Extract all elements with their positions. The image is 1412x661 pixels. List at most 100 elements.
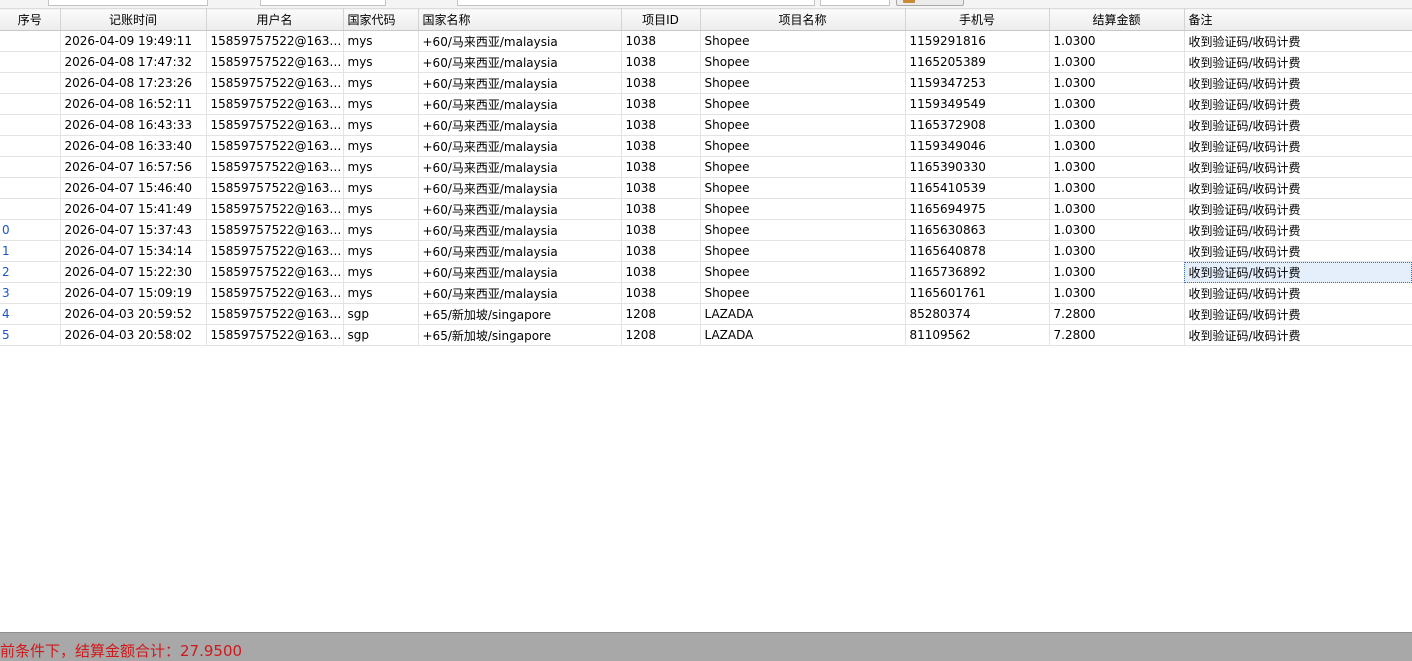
table-row[interactable]: 2026-04-07 15:46:40 15859757522@163.... my…	[0, 177, 1412, 199]
cell-phone[interactable]: 1165372908	[905, 114, 1050, 136]
cell-seq[interactable]	[0, 177, 61, 199]
cell-remark[interactable]: 收到验证码/收码计费	[1184, 177, 1412, 199]
cell-seq[interactable]	[0, 135, 61, 157]
cell-country-name[interactable]: +60/马来西亚/malaysia	[418, 30, 622, 52]
cell-remark[interactable]: 收到验证码/收码计费	[1184, 72, 1412, 94]
cell-amount[interactable]: 1.0300	[1049, 93, 1185, 115]
cell-amount[interactable]: 7.2800	[1049, 303, 1185, 325]
cell-country-code[interactable]: mys	[343, 51, 419, 73]
cell-project-id[interactable]: 1038	[621, 114, 701, 136]
cell-seq[interactable]	[0, 72, 61, 94]
cell-username[interactable]: 15859757522@163....	[206, 156, 344, 178]
cell-time[interactable]: 2026-04-08 17:23:26	[60, 72, 207, 94]
cell-project-id[interactable]: 1038	[621, 72, 701, 94]
cell-time[interactable]: 2026-04-08 16:43:33	[60, 114, 207, 136]
cell-seq[interactable]: 0	[0, 219, 61, 241]
cell-project-name[interactable]: Shopee	[700, 51, 906, 73]
table-row[interactable]: 2026-04-08 16:52:11 15859757522@163.... my…	[0, 93, 1412, 115]
cell-phone[interactable]: 1165410539	[905, 177, 1050, 199]
cell-amount[interactable]: 1.0300	[1049, 219, 1185, 241]
cell-phone[interactable]: 85280374	[905, 303, 1050, 325]
cell-remark[interactable]: 收到验证码/收码计费	[1184, 219, 1412, 241]
cell-time[interactable]: 2026-04-07 15:41:49	[60, 198, 207, 220]
cell-project-name[interactable]: Shopee	[700, 93, 906, 115]
cell-project-id[interactable]: 1038	[621, 219, 701, 241]
cell-remark[interactable]: 收到验证码/收码计费	[1184, 30, 1412, 52]
table-row[interactable]: 2 2026-04-07 15:22:30 15859757522@163.... m…	[0, 261, 1412, 283]
cell-project-id[interactable]: 1038	[621, 93, 701, 115]
cell-username[interactable]: 15859757522@163....	[206, 324, 344, 346]
cell-remark[interactable]: 收到验证码/收码计费	[1184, 135, 1412, 157]
cell-time[interactable]: 2026-04-07 15:46:40	[60, 177, 207, 199]
cell-phone[interactable]: 1165736892	[905, 261, 1050, 283]
cell-project-name[interactable]: Shopee	[700, 30, 906, 52]
cell-username[interactable]: 15859757522@163....	[206, 135, 344, 157]
cell-seq[interactable]	[0, 51, 61, 73]
cell-amount[interactable]: 1.0300	[1049, 156, 1185, 178]
cell-project-id[interactable]: 1038	[621, 240, 701, 262]
cell-username[interactable]: 15859757522@163....	[206, 72, 344, 94]
col-header-username[interactable]: 用户名	[206, 8, 344, 31]
cell-time[interactable]: 2026-04-07 16:57:56	[60, 156, 207, 178]
cell-amount[interactable]: 7.2800	[1049, 324, 1185, 346]
cell-amount[interactable]: 1.0300	[1049, 282, 1185, 304]
cell-username[interactable]: 15859757522@163....	[206, 93, 344, 115]
cell-project-name[interactable]: Shopee	[700, 261, 906, 283]
cell-amount[interactable]: 1.0300	[1049, 198, 1185, 220]
cell-username[interactable]: 15859757522@163....	[206, 198, 344, 220]
cell-country-code[interactable]: sgp	[343, 303, 419, 325]
cell-remark[interactable]: 收到验证码/收码计费	[1184, 198, 1412, 220]
filter-field-4[interactable]	[820, 0, 890, 6]
cell-project-id[interactable]: 1208	[621, 324, 701, 346]
cell-country-code[interactable]: mys	[343, 93, 419, 115]
cell-phone[interactable]: 1165205389	[905, 51, 1050, 73]
col-header-phone[interactable]: 手机号	[905, 8, 1050, 31]
cell-project-id[interactable]: 1038	[621, 156, 701, 178]
cell-seq[interactable]: 4	[0, 303, 61, 325]
cell-time[interactable]: 2026-04-08 16:52:11	[60, 93, 207, 115]
cell-project-name[interactable]: LAZADA	[700, 324, 906, 346]
cell-username[interactable]: 15859757522@163....	[206, 261, 344, 283]
cell-time[interactable]: 2026-04-03 20:59:52	[60, 303, 207, 325]
filter-field-1[interactable]	[48, 0, 208, 6]
table-row[interactable]: 2026-04-09 19:49:11 15859757522@163.... my…	[0, 30, 1412, 52]
cell-username[interactable]: 15859757522@163....	[206, 177, 344, 199]
filter-field-2[interactable]	[260, 0, 386, 6]
cell-time[interactable]: 2026-04-03 20:58:02	[60, 324, 207, 346]
query-button[interactable]	[896, 0, 964, 6]
cell-country-name[interactable]: +60/马来西亚/malaysia	[418, 135, 622, 157]
cell-country-code[interactable]: mys	[343, 30, 419, 52]
cell-project-name[interactable]: LAZADA	[700, 303, 906, 325]
cell-seq[interactable]	[0, 114, 61, 136]
cell-seq[interactable]	[0, 198, 61, 220]
cell-time[interactable]: 2026-04-07 15:34:14	[60, 240, 207, 262]
cell-project-name[interactable]: Shopee	[700, 72, 906, 94]
col-header-time[interactable]: 记账时间	[60, 8, 207, 31]
cell-seq[interactable]: 2	[0, 261, 61, 283]
cell-country-name[interactable]: +60/马来西亚/malaysia	[418, 240, 622, 262]
cell-country-name[interactable]: +60/马来西亚/malaysia	[418, 282, 622, 304]
table-row[interactable]: 5 2026-04-03 20:58:02 15859757522@163.... s…	[0, 324, 1412, 346]
cell-project-id[interactable]: 1038	[621, 30, 701, 52]
cell-amount[interactable]: 1.0300	[1049, 135, 1185, 157]
cell-phone[interactable]: 1159349549	[905, 93, 1050, 115]
cell-amount[interactable]: 1.0300	[1049, 30, 1185, 52]
cell-remark[interactable]: 收到验证码/收码计费	[1184, 261, 1412, 283]
cell-project-id[interactable]: 1038	[621, 177, 701, 199]
table-row[interactable]: 4 2026-04-03 20:59:52 15859757522@163.... s…	[0, 303, 1412, 325]
cell-project-name[interactable]: Shopee	[700, 219, 906, 241]
cell-seq[interactable]: 1	[0, 240, 61, 262]
col-header-project-name[interactable]: 项目名称	[700, 8, 906, 31]
cell-country-name[interactable]: +60/马来西亚/malaysia	[418, 198, 622, 220]
records-grid[interactable]: 序号 记账时间 用户名 国家代码 国家名称 项目ID 项目名称 手机号 结算金额…	[0, 8, 1412, 632]
cell-phone[interactable]: 1165694975	[905, 198, 1050, 220]
cell-project-name[interactable]: Shopee	[700, 240, 906, 262]
cell-amount[interactable]: 1.0300	[1049, 72, 1185, 94]
cell-phone[interactable]: 1159349046	[905, 135, 1050, 157]
cell-time[interactable]: 2026-04-07 15:22:30	[60, 261, 207, 283]
col-header-country-code[interactable]: 国家代码	[343, 8, 419, 31]
cell-remark[interactable]: 收到验证码/收码计费	[1184, 240, 1412, 262]
cell-amount[interactable]: 1.0300	[1049, 261, 1185, 283]
col-header-remark[interactable]: 备注	[1184, 8, 1412, 31]
col-header-project-id[interactable]: 项目ID	[621, 8, 701, 31]
